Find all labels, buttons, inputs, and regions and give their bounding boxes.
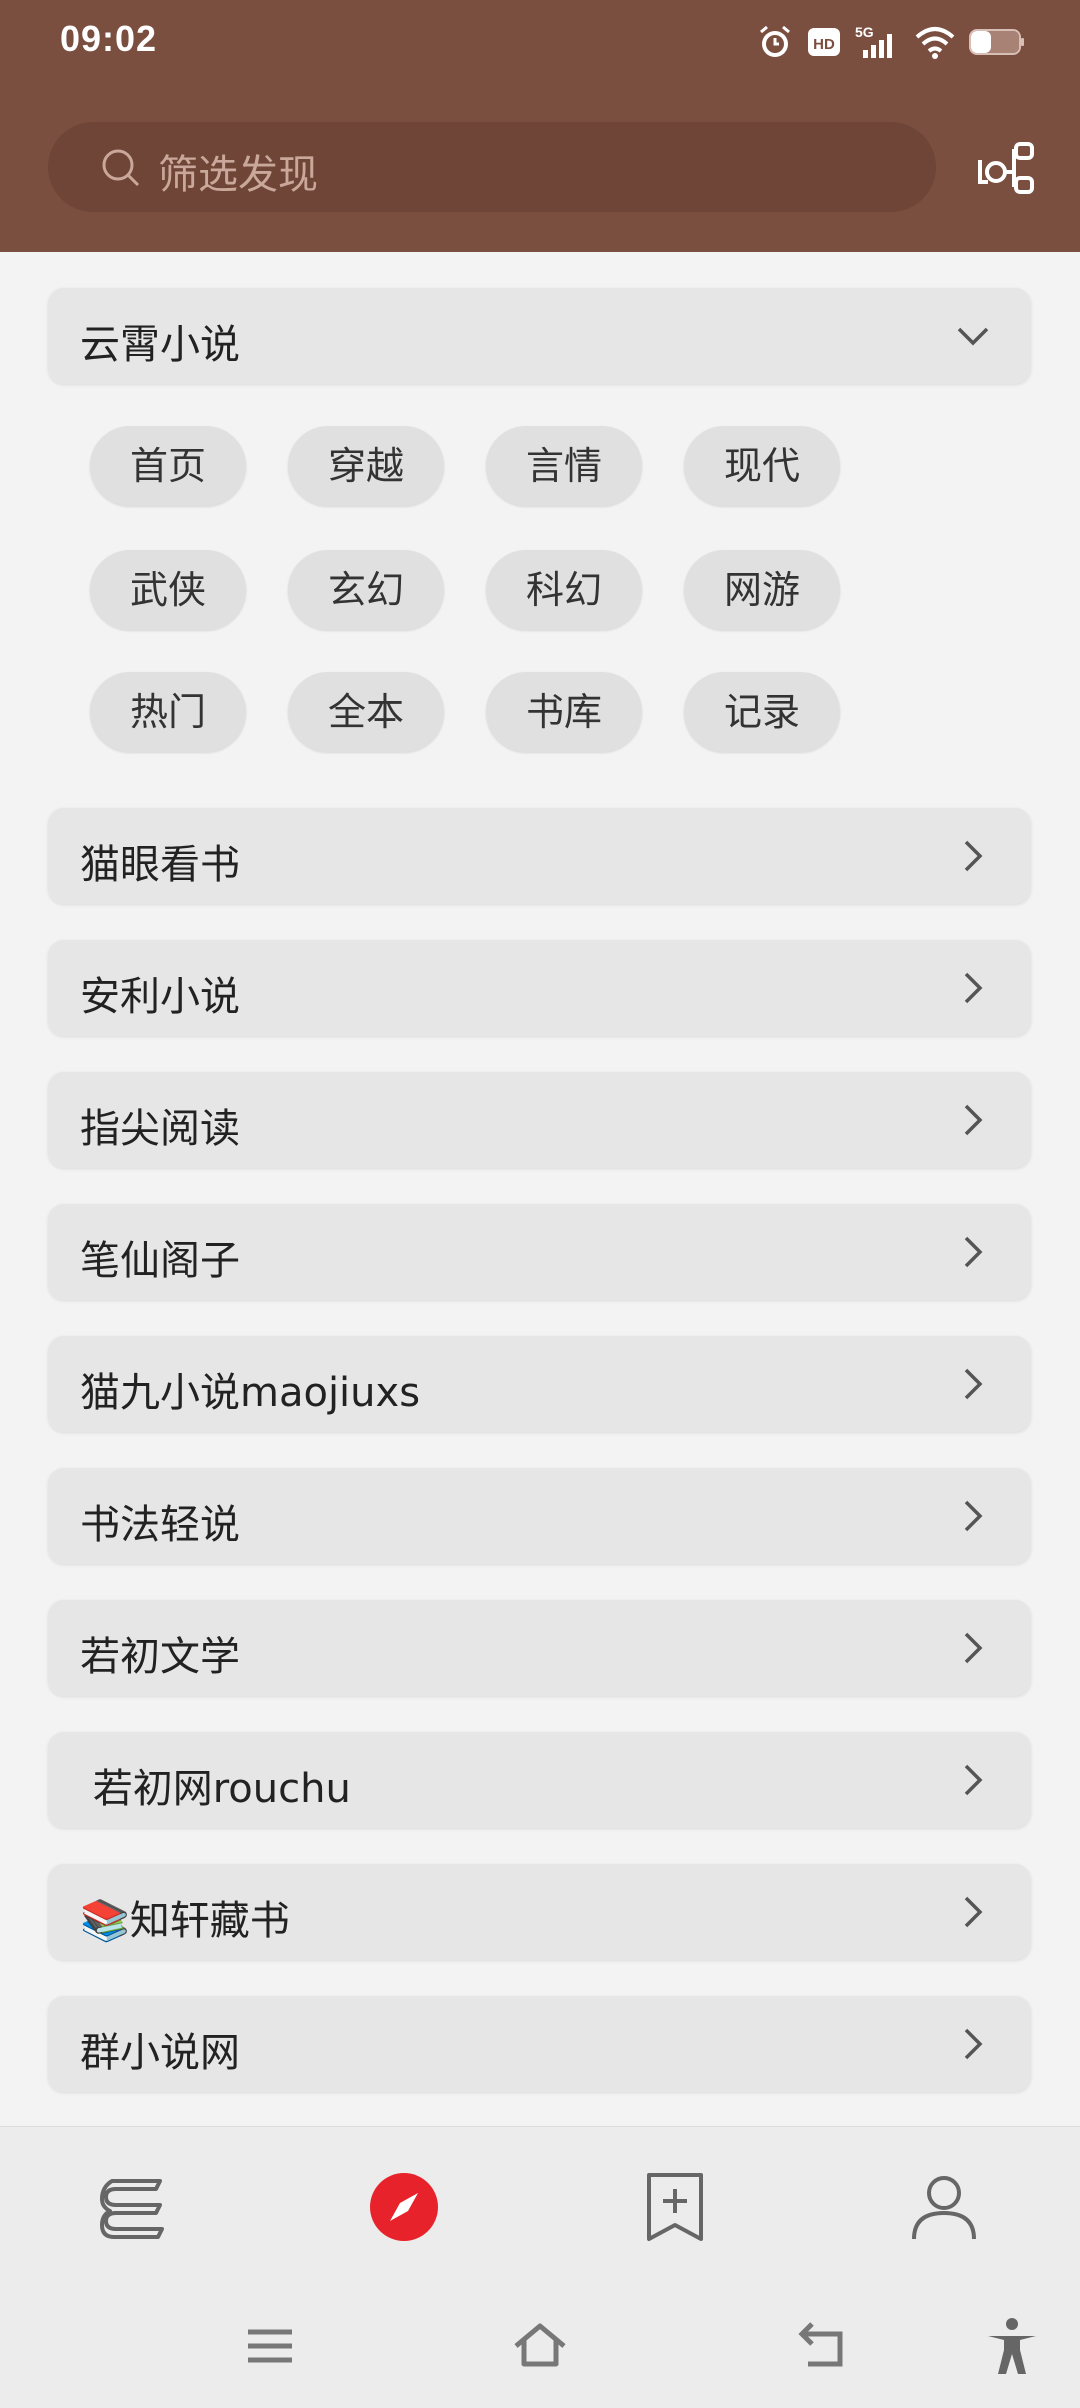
- home-icon[interactable]: [510, 2316, 570, 2376]
- bottom-nav: [0, 2126, 1080, 2287]
- hd-icon: HD: [808, 28, 840, 56]
- source-item[interactable]: 若初文学: [48, 1600, 1031, 1696]
- alarm-icon: [760, 25, 790, 57]
- status-bar: 09:02 HD 5G: [0, 0, 1080, 82]
- tag-chip[interactable]: 记录: [684, 672, 840, 752]
- discover-icon[interactable]: [364, 2167, 444, 2247]
- system-navigation-bar: [0, 2286, 1080, 2408]
- wifi-icon: [915, 27, 955, 59]
- tag-chip[interactable]: 网游: [684, 550, 840, 630]
- source-name: 群小说网: [80, 2030, 240, 2076]
- tag-chip[interactable]: 热门: [90, 672, 246, 752]
- back-icon[interactable]: [794, 2316, 854, 2376]
- tag-chip[interactable]: 穿越: [288, 426, 444, 506]
- source-item[interactable]: 猫眼看书: [48, 808, 1031, 904]
- source-name: 笔仙阁子: [80, 1238, 240, 1284]
- chevron-right-icon: [964, 1104, 983, 1136]
- layout-switch-icon[interactable]: [974, 138, 1038, 198]
- source-label: 📚知轩藏书: [80, 1888, 290, 1946]
- status-icons: HD 5G: [757, 22, 1025, 62]
- profile-icon[interactable]: [904, 2167, 984, 2247]
- source-item[interactable]: 📚知轩藏书: [48, 1864, 1031, 1960]
- source-name: 安利小说: [80, 974, 240, 1020]
- source-name: 若初文学: [80, 1634, 240, 1680]
- tag-chip[interactable]: 武侠: [90, 550, 246, 630]
- battery-icon: [969, 29, 1024, 55]
- tag-chip[interactable]: 书库: [486, 672, 642, 752]
- tag-chip[interactable]: 首页: [90, 426, 246, 506]
- books-emoji-icon: 📚: [80, 1898, 130, 1944]
- bookmark-add-icon[interactable]: [635, 2167, 715, 2247]
- tag-chip[interactable]: 言情: [486, 426, 642, 506]
- tag-chip[interactable]: 全本: [288, 672, 444, 752]
- source-item[interactable]: 书法轻说: [48, 1468, 1031, 1564]
- status-time: 09:02: [60, 18, 158, 59]
- chevron-right-icon: [964, 1764, 983, 1796]
- chevron-right-icon: [964, 1500, 983, 1532]
- source-name: 云霄小说: [80, 322, 240, 368]
- source-item[interactable]: 安利小说: [48, 940, 1031, 1036]
- chevron-down-icon: [957, 327, 989, 346]
- chevron-right-icon: [964, 1896, 983, 1928]
- hd-label: HD: [813, 36, 835, 53]
- search-input[interactable]: 筛选发现: [48, 122, 936, 212]
- source-item[interactable]: 若初网rouchu: [48, 1732, 1031, 1828]
- accessibility-icon[interactable]: [982, 2316, 1042, 2376]
- source-item[interactable]: 指尖阅读: [48, 1072, 1031, 1168]
- chevron-right-icon: [964, 1632, 983, 1664]
- source-item-expanded[interactable]: 云霄小说: [48, 288, 1031, 384]
- source-name: 知轩藏书: [129, 1898, 290, 1944]
- chevron-right-icon: [964, 2028, 983, 2060]
- source-item[interactable]: 群小说网: [48, 1996, 1031, 2092]
- chevron-right-icon: [964, 1236, 983, 1268]
- chevron-right-icon: [964, 1368, 983, 1400]
- bookshelf-icon[interactable]: [96, 2167, 176, 2247]
- signal-5g-icon: 5G: [855, 24, 892, 58]
- source-name: 猫九小说maojiuxs: [80, 1370, 421, 1416]
- source-name: 指尖阅读: [80, 1106, 240, 1152]
- source-name: 猫眼看书: [80, 842, 240, 888]
- tag-chip[interactable]: 现代: [684, 426, 840, 506]
- source-item[interactable]: 猫九小说maojiuxs: [48, 1336, 1031, 1432]
- search-placeholder: 筛选发现: [158, 152, 318, 198]
- tag-chip[interactable]: 科幻: [486, 550, 642, 630]
- app-header: 09:02 HD 5G 筛选发现: [0, 0, 1080, 252]
- chevron-right-icon: [964, 840, 983, 872]
- source-name: 若初网rouchu: [80, 1766, 351, 1812]
- source-item[interactable]: 笔仙阁子: [48, 1204, 1031, 1300]
- network-label: 5G: [855, 24, 874, 40]
- chevron-right-icon: [964, 972, 983, 1004]
- tag-chip[interactable]: 玄幻: [288, 550, 444, 630]
- search-icon: [102, 149, 140, 187]
- source-name: 书法轻说: [80, 1502, 240, 1548]
- menu-icon[interactable]: [240, 2316, 300, 2376]
